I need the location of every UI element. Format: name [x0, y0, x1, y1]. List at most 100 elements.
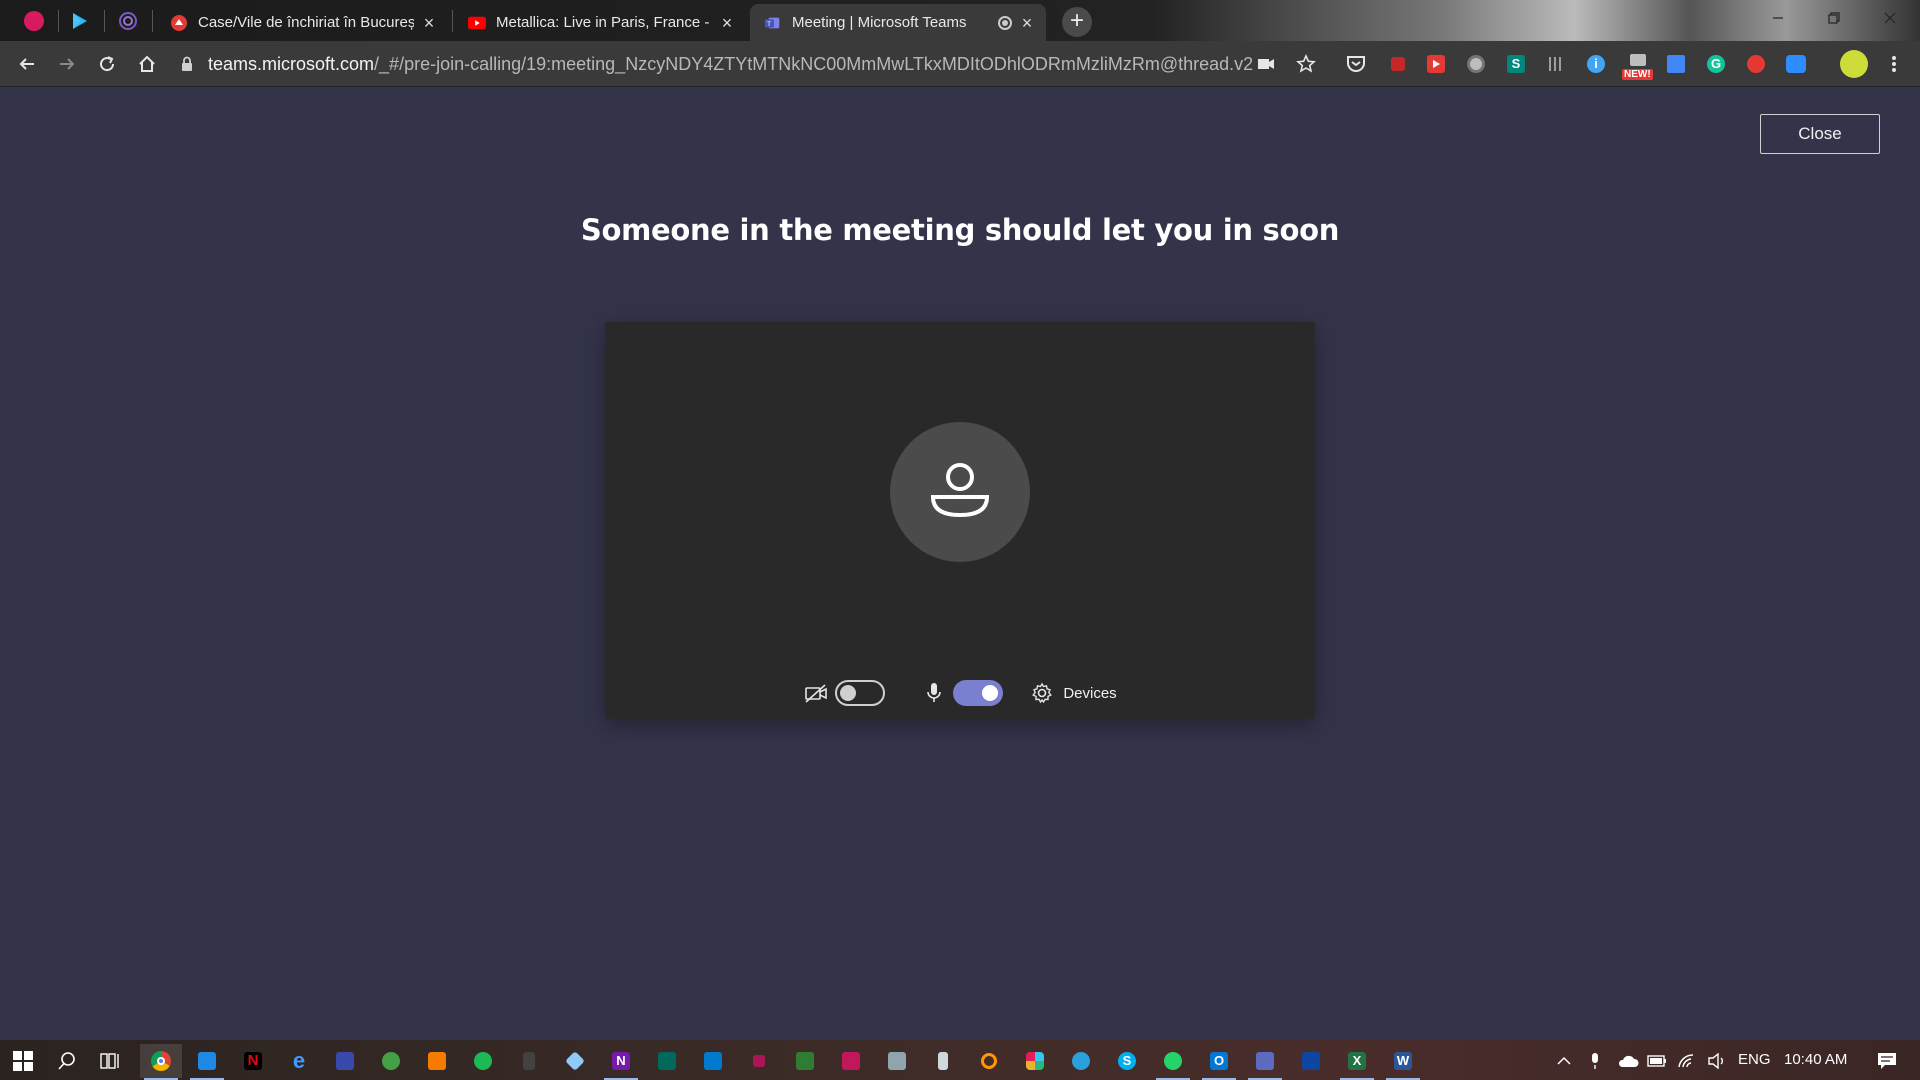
- task-view-button[interactable]: [90, 1044, 132, 1078]
- hand-extension-icon[interactable]: [1744, 52, 1768, 76]
- action-center-button[interactable]: [1866, 1044, 1908, 1078]
- microphone-toggle[interactable]: [953, 680, 1004, 706]
- pinned-tab-1[interactable]: [12, 4, 56, 38]
- teams-icon: T: [764, 14, 782, 32]
- pinned-favicon-icon: [24, 11, 44, 31]
- arrow-right-icon: [60, 58, 75, 70]
- s-extension-icon[interactable]: S: [1504, 52, 1528, 76]
- devices-label: Devices: [1063, 684, 1117, 702]
- app-taskbar-icon-7[interactable]: [416, 1044, 458, 1078]
- app-taskbar-icon-14[interactable]: [738, 1044, 780, 1078]
- skype-taskbar-icon[interactable]: S: [1106, 1044, 1148, 1078]
- bookmark-star-icon[interactable]: [1294, 52, 1318, 76]
- task-view-icon: [100, 1053, 119, 1069]
- lock-icon: [182, 56, 192, 71]
- window-close-button[interactable]: [1862, 0, 1918, 36]
- tab-close-icon[interactable]: ×: [420, 14, 438, 32]
- outlook-taskbar-icon[interactable]: O: [1198, 1044, 1240, 1080]
- minimize-icon: [1773, 17, 1783, 19]
- home-icon: [139, 55, 155, 72]
- telegram-taskbar-icon[interactable]: [1060, 1044, 1102, 1078]
- app-taskbar-icon-16[interactable]: [830, 1044, 872, 1078]
- app-taskbar-icon-2[interactable]: [186, 1044, 228, 1080]
- address-bar[interactable]: teams.microsoft.com/_#/pre-join-calling/…: [180, 47, 1280, 81]
- camera-toggle[interactable]: [835, 680, 886, 706]
- search-app-taskbar-icon[interactable]: [968, 1044, 1010, 1078]
- page-title: Someone in the meeting should let you in…: [580, 213, 1340, 247]
- tab-title: Case/Vile de închiriat în București: [198, 14, 414, 31]
- forward-button[interactable]: [52, 49, 82, 79]
- zoom-extension-icon[interactable]: [1784, 52, 1808, 76]
- pinned-tab-3[interactable]: [106, 4, 150, 38]
- app-taskbar-icon-15[interactable]: [784, 1044, 826, 1078]
- devices-button[interactable]: Devices: [1031, 682, 1117, 704]
- grammarly-extension-icon[interactable]: G: [1704, 52, 1728, 76]
- youtube-extension-icon[interactable]: [1424, 52, 1448, 76]
- spotify-taskbar-icon[interactable]: [462, 1044, 504, 1078]
- new-badge-extension-icon[interactable]: NEW!: [1622, 52, 1654, 80]
- lastpass-extension-icon[interactable]: [1386, 52, 1410, 76]
- volume-icon[interactable]: [1700, 1044, 1734, 1078]
- app-taskbar-icon-10[interactable]: [554, 1044, 596, 1078]
- tab-close-icon[interactable]: ×: [718, 14, 736, 32]
- profile-avatar[interactable]: [1840, 50, 1868, 78]
- app-taskbar-icon-9[interactable]: [508, 1044, 550, 1078]
- play-store-icon: [73, 13, 87, 29]
- terminal-taskbar-icon[interactable]: [646, 1044, 688, 1078]
- microphone-icon: [921, 680, 947, 706]
- browser-menu-button[interactable]: [1882, 52, 1906, 76]
- back-button[interactable]: [12, 49, 42, 79]
- tab-teams-meeting[interactable]: T Meeting | Microsoft Teams ×: [750, 4, 1046, 41]
- app-taskbar-icon-17[interactable]: [876, 1044, 918, 1078]
- onenote-taskbar-icon[interactable]: N: [600, 1044, 642, 1080]
- windows-logo-icon: [13, 1051, 33, 1071]
- close-button[interactable]: Close: [1760, 114, 1880, 154]
- camera-permission-icon[interactable]: [1254, 52, 1278, 76]
- restore-icon: [1828, 12, 1840, 24]
- slack-taskbar-icon[interactable]: [1014, 1044, 1056, 1078]
- tray-microphone-icon[interactable]: [1578, 1044, 1612, 1078]
- pocket-extension-icon[interactable]: [1344, 52, 1368, 76]
- save-taskbar-icon[interactable]: [324, 1044, 366, 1078]
- grid-extension-icon[interactable]: [1544, 52, 1568, 76]
- word-taskbar-icon[interactable]: W: [1382, 1044, 1424, 1080]
- tab-case-vile[interactable]: Case/Vile de închiriat în București ×: [156, 4, 448, 41]
- whatsapp-taskbar-icon[interactable]: [1152, 1044, 1194, 1080]
- restore-button[interactable]: [1806, 0, 1862, 36]
- app-taskbar-icon-6[interactable]: [370, 1044, 412, 1078]
- info-extension-icon[interactable]: i: [1584, 52, 1608, 76]
- browser-toolbar: teams.microsoft.com/_#/pre-join-calling/…: [0, 41, 1920, 87]
- language-indicator[interactable]: ENG: [1738, 1051, 1771, 1068]
- tab-close-icon[interactable]: ×: [1018, 14, 1036, 32]
- reload-icon: [100, 56, 115, 72]
- person-icon: [930, 463, 990, 518]
- app-taskbar-icon-25[interactable]: [1244, 1044, 1286, 1080]
- notification-icon: [1878, 1053, 1896, 1069]
- svg-text:T: T: [766, 21, 771, 28]
- reload-button[interactable]: [92, 49, 122, 79]
- youtube-icon: [468, 14, 486, 32]
- chrome-taskbar-icon[interactable]: [140, 1044, 182, 1080]
- close-icon: [1884, 12, 1896, 24]
- new-tab-button[interactable]: +: [1062, 7, 1092, 37]
- tab-metallica[interactable]: Metallica: Live in Paris, France - S ×: [454, 4, 746, 41]
- wifi-icon[interactable]: [1670, 1044, 1704, 1078]
- translate-extension-icon[interactable]: [1664, 52, 1688, 76]
- app-taskbar-icon-18[interactable]: [922, 1044, 964, 1078]
- excel-taskbar-icon[interactable]: X: [1336, 1044, 1378, 1080]
- pinned-tab-2[interactable]: [58, 4, 102, 38]
- camera-off-icon: [803, 680, 829, 706]
- start-button[interactable]: [2, 1044, 44, 1078]
- tab-title: Metallica: Live in Paris, France - S: [496, 14, 712, 31]
- app-taskbar-icon-26[interactable]: [1290, 1044, 1332, 1078]
- record-extension-icon[interactable]: [1464, 52, 1488, 76]
- home-button[interactable]: [132, 49, 162, 79]
- search-button[interactable]: [46, 1044, 88, 1078]
- minimize-button[interactable]: [1750, 0, 1806, 36]
- battery-icon[interactable]: [1640, 1044, 1674, 1078]
- clock[interactable]: 10:40 AM: [1784, 1051, 1847, 1068]
- vscode-taskbar-icon[interactable]: [692, 1044, 734, 1078]
- browser-tab-strip: Case/Vile de închiriat în București × Me…: [0, 0, 1920, 41]
- netflix-taskbar-icon[interactable]: N: [232, 1044, 274, 1078]
- edge-taskbar-icon[interactable]: e: [278, 1044, 320, 1078]
